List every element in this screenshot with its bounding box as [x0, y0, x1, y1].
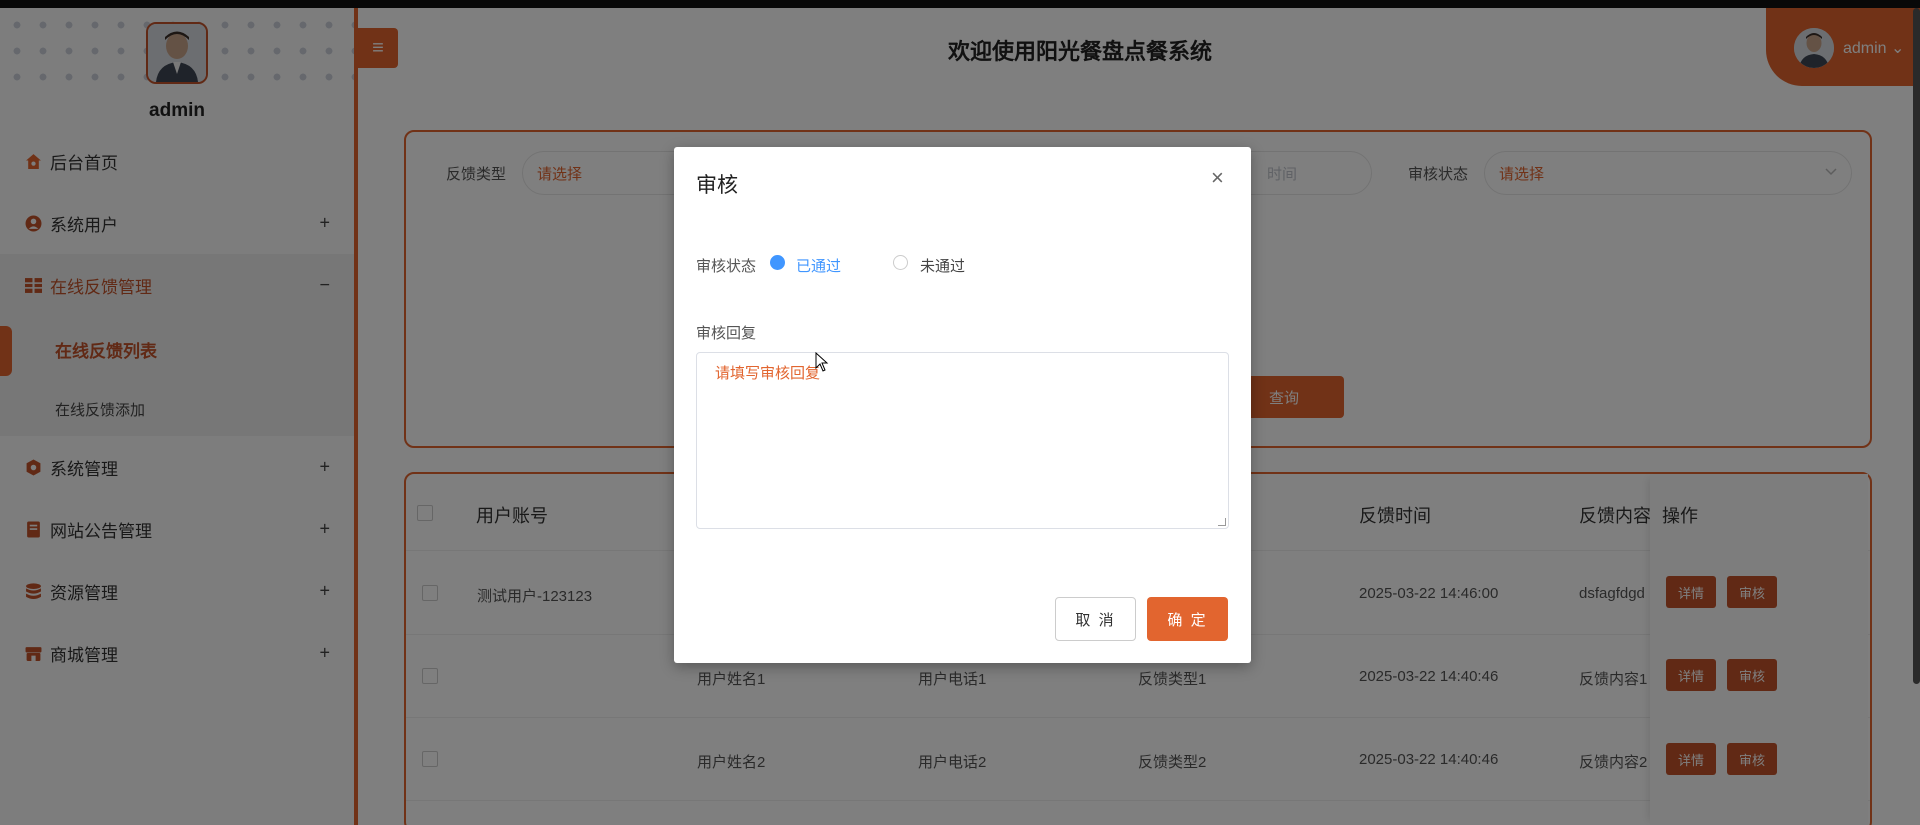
audit-reply-textarea[interactable]: 请填写审核回复	[696, 352, 1229, 529]
radio-fail-label[interactable]: 未通过	[920, 255, 965, 276]
radio-pass[interactable]	[770, 255, 785, 270]
audit-dialog: 审核 × 审核状态 已通过 未通过 审核回复 请填写审核回复 取 消 确 定	[674, 147, 1251, 663]
dialog-title: 审核	[696, 174, 738, 197]
radio-pass-label[interactable]: 已通过	[796, 255, 841, 276]
radio-fail[interactable]	[893, 255, 908, 270]
mouse-cursor-icon	[815, 351, 829, 377]
confirm-button[interactable]: 确 定	[1147, 597, 1228, 641]
audit-status-field-label: 审核状态	[696, 258, 757, 275]
textarea-placeholder: 请填写审核回复	[715, 365, 821, 382]
resize-handle-icon[interactable]	[1218, 518, 1226, 526]
page-scrollbar[interactable]	[1913, 8, 1920, 684]
close-icon[interactable]: ×	[1211, 165, 1224, 191]
audit-reply-label: 审核回复	[696, 325, 757, 342]
cancel-button[interactable]: 取 消	[1055, 597, 1136, 641]
